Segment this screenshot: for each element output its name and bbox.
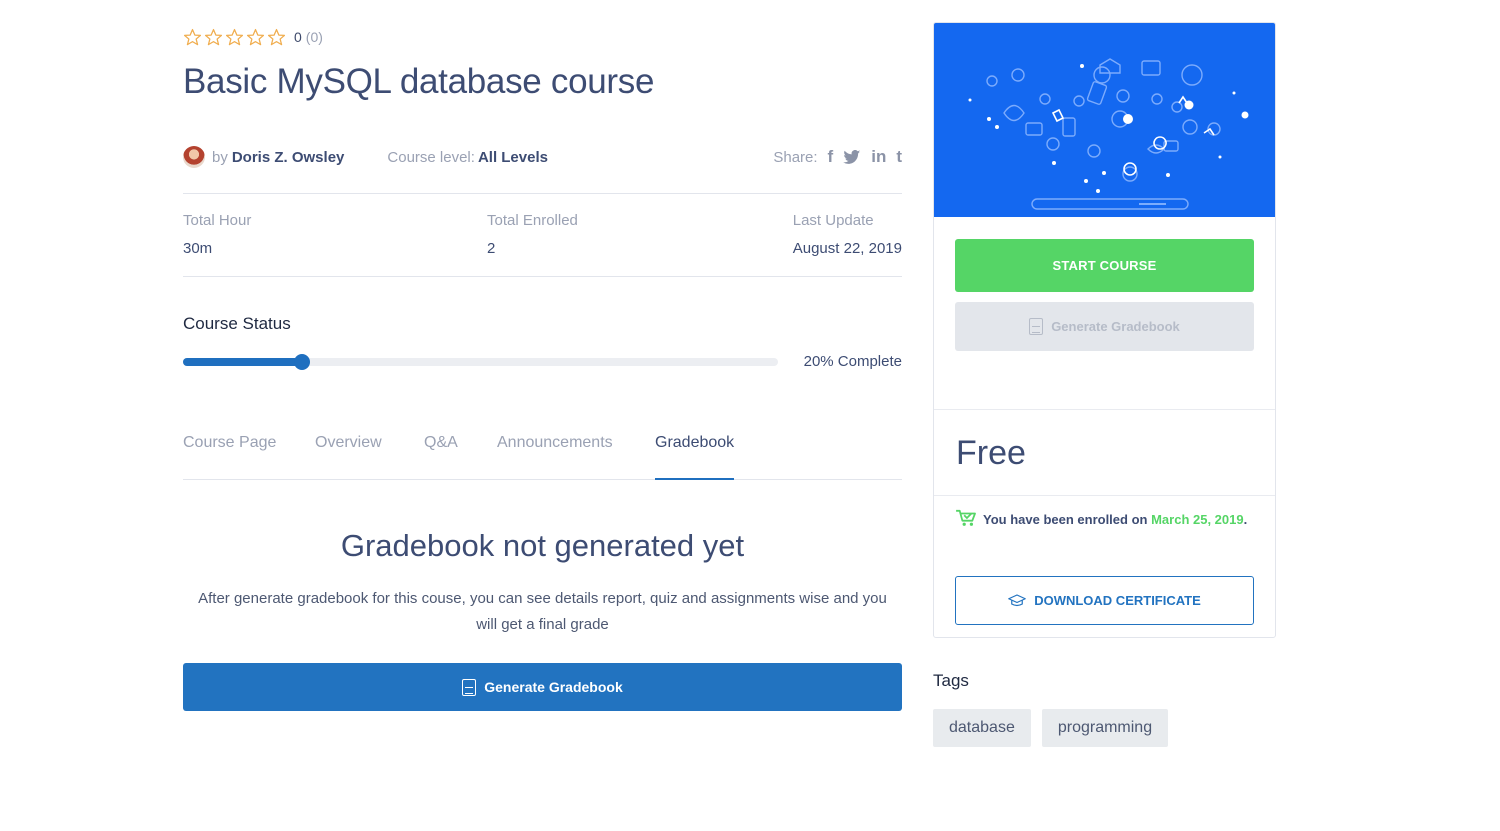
rating-stars [183, 28, 286, 47]
tech-illustration-image [968, 58, 1249, 210]
download-certificate-label: DOWNLOAD CERTIFICATE [1034, 593, 1201, 608]
course-rating: 0 (0) [183, 26, 323, 48]
star-outline-icon [267, 28, 286, 45]
linkedin-icon[interactable]: in [871, 147, 886, 167]
stat-last-update: Last Update August 22, 2019 [793, 212, 902, 257]
course-tabs: Course Page Overview Q&A Announcements G… [183, 431, 902, 480]
meta-divider [183, 193, 902, 194]
share-links: Share: f in t [773, 147, 902, 167]
generate-gradebook-disabled-label: Generate Gradebook [1051, 319, 1180, 334]
stat-value: 2 [487, 240, 496, 257]
spreadsheet-icon [1029, 318, 1044, 335]
course-sidebar: START COURSE Generate Gradebook Free You… [933, 22, 1276, 638]
progress-handle [294, 354, 310, 370]
star-outline-icon [246, 28, 265, 45]
stat-total-enrolled: Total Enrolled 2 [487, 212, 578, 257]
stat-total-hour: Total Hour 30m [183, 212, 251, 257]
tab-gradebook[interactable]: Gradebook [655, 431, 735, 480]
progress-fill [183, 358, 302, 366]
progress-text: 20% Complete [803, 353, 902, 370]
course-title: Basic MySQL database course [183, 62, 655, 101]
download-certificate-button[interactable]: DOWNLOAD CERTIFICATE [955, 576, 1254, 625]
tumblr-icon[interactable]: t [896, 147, 902, 167]
by-label: by [212, 148, 228, 166]
facebook-icon[interactable]: f [828, 147, 834, 167]
star-outline-icon [204, 28, 223, 45]
stat-value: 30m [183, 240, 213, 257]
author-name[interactable]: Doris Z. Owsley [232, 149, 345, 166]
progress-bar [183, 354, 778, 370]
enrolled-date: March 25, 2019 [1151, 512, 1244, 527]
course-level-value: All Levels [477, 148, 548, 166]
generate-gradebook-button[interactable]: Generate Gradebook [183, 663, 902, 711]
tab-qa[interactable]: Q&A [424, 431, 458, 480]
course-level-label: Course level: [387, 148, 475, 166]
tags-title: Tags [933, 671, 969, 690]
generate-gradebook-button-disabled[interactable]: Generate Gradebook [955, 302, 1254, 351]
stat-label: Total Enrolled [487, 212, 578, 229]
course-thumbnail [934, 23, 1275, 217]
tag-database[interactable]: database [933, 709, 1031, 747]
start-course-button[interactable]: START COURSE [955, 239, 1254, 292]
rating-count: (0) [305, 29, 323, 45]
course-status-title: Course Status [183, 314, 291, 333]
sidebar-divider [934, 409, 1275, 410]
star-outline-icon [183, 28, 202, 45]
stat-label: Total Hour [183, 212, 252, 229]
tab-announcements[interactable]: Announcements [497, 431, 613, 480]
course-price: Free [956, 434, 1026, 472]
enrolled-text: You have been enrolled on [983, 512, 1148, 527]
course-stats: Total Hour 30m Total Enrolled 2 Last Upd… [183, 212, 902, 267]
tags-list: database programming [933, 709, 1169, 747]
course-meta: by Doris Z. Owsley Course level: All Lev… [183, 143, 902, 171]
tab-overview[interactable]: Overview [315, 431, 382, 480]
tab-course-page[interactable]: Course Page [183, 431, 276, 480]
share-label: Share: [773, 148, 818, 166]
stat-value: August 22, 2019 [792, 240, 902, 257]
enrolled-period: . [1243, 512, 1248, 527]
generate-gradebook-label: Generate Gradebook [484, 679, 623, 695]
gradebook-description: After generate gradebook for this couse,… [198, 590, 887, 633]
tag-programming[interactable]: programming [1041, 709, 1169, 747]
rating-value: 0 [294, 29, 302, 45]
stat-label: Last Update [792, 212, 874, 229]
stats-divider [183, 276, 902, 277]
spreadsheet-icon [462, 678, 477, 696]
sidebar-divider [934, 495, 1275, 496]
cart-check-icon [956, 509, 976, 526]
graduation-cap-icon [1008, 593, 1027, 606]
star-outline-icon [225, 28, 244, 45]
author-avatar [183, 146, 205, 168]
twitter-icon[interactable] [843, 149, 861, 165]
gradebook-title: Gradebook not generated yet [340, 528, 745, 563]
enrollment-notice: You have been enrolled on March 25, 2019… [955, 508, 1255, 532]
